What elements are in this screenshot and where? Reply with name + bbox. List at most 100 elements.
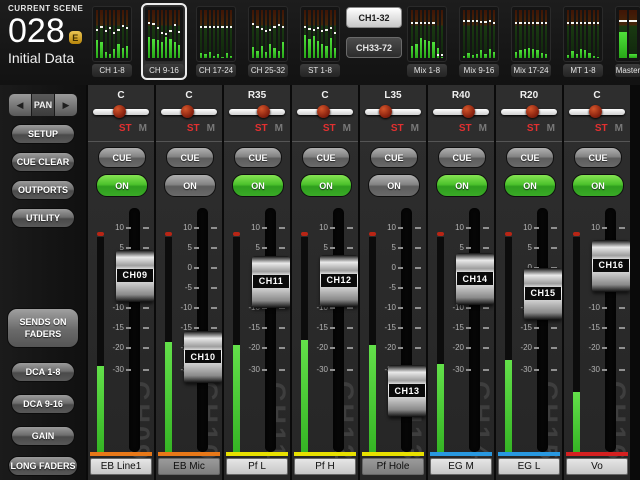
cue-button[interactable]: CUE (98, 147, 146, 168)
channel-name-tag[interactable]: Pf L (226, 458, 288, 475)
cue-button[interactable]: CUE (234, 147, 282, 168)
fader-scale-tick (534, 347, 539, 349)
mini-meter-bar (567, 10, 569, 58)
gain-button[interactable]: GAIN (11, 426, 75, 446)
pan-slider[interactable] (569, 109, 625, 115)
fader-cap[interactable]: CH13 (388, 365, 426, 417)
setup-button[interactable]: SETUP (11, 124, 75, 144)
pan-right-arrow-button[interactable]: ▶ (55, 94, 77, 116)
fader-scale-tick (415, 227, 421, 229)
dca-1-8-button[interactable]: DCA 1-8 (11, 362, 75, 382)
outports-button[interactable]: OUTPORTS (11, 180, 75, 200)
current-scene-panel[interactable]: CURRENT SCENE 028 E Initial Data (8, 4, 90, 66)
fader-position-mark (96, 29, 98, 31)
bank-overview-mt-1-8[interactable]: MT 1-8 (560, 3, 606, 80)
fader-cap[interactable]: CH15 (524, 268, 562, 320)
utility-button[interactable]: UTILITY (11, 208, 75, 228)
fader-position-mark (304, 26, 306, 28)
level-meter (573, 237, 580, 452)
cue-clear-button[interactable]: CUE CLEAR (11, 152, 75, 172)
pan-slider[interactable] (433, 109, 489, 115)
sends-on-faders-button[interactable]: SENDS ON FADERS (7, 308, 79, 348)
mini-meter-bar (169, 10, 171, 58)
channel-name-tag[interactable]: Pf Hole (362, 458, 424, 475)
cue-button[interactable]: CUE (574, 147, 622, 168)
bank-overview-master[interactable]: Master (612, 3, 640, 80)
fader-track[interactable] (537, 208, 548, 452)
fader-track[interactable] (129, 208, 140, 452)
bank-button-ch1-32[interactable]: CH1-32 (346, 7, 402, 28)
cue-button[interactable]: CUE (302, 147, 350, 168)
pan-knob[interactable] (526, 105, 539, 118)
stereo-indicator: ST (255, 123, 268, 134)
cue-button[interactable]: CUE (438, 147, 486, 168)
on-button[interactable]: ON (504, 174, 556, 197)
mini-meter-bar (541, 10, 543, 58)
pan-slider[interactable] (365, 109, 421, 115)
bank-overview-st-1-8[interactable]: ST 1-8 (297, 3, 343, 80)
bank-overview-mix-17-24[interactable]: Mix 17-24 (508, 3, 554, 80)
fader-track[interactable] (197, 208, 208, 452)
fader-scale-tick (194, 227, 199, 229)
on-button[interactable]: ON (232, 174, 284, 197)
bank-button-ch33-72[interactable]: CH33-72 (346, 37, 402, 58)
fader-position-mark (308, 28, 310, 30)
fader-cap[interactable]: CH11 (252, 256, 290, 308)
on-button[interactable]: ON (368, 174, 420, 197)
bank-overview-label: MT 1-8 (563, 64, 603, 77)
bank-overview-ch-9-16[interactable]: CH 9-16 (141, 3, 187, 80)
cue-button[interactable]: CUE (506, 147, 554, 168)
cue-button[interactable]: CUE (370, 147, 418, 168)
fader-scale-label: 10 (243, 223, 260, 232)
mini-meter-bar (532, 10, 534, 58)
pan-slider[interactable] (501, 109, 557, 115)
bank-overview-label: CH 25-32 (248, 64, 288, 77)
fader-cap[interactable]: CH10 (184, 331, 222, 383)
on-button[interactable]: ON (96, 174, 148, 197)
on-button[interactable]: ON (572, 174, 624, 197)
bank-overview-ch-17-24[interactable]: CH 17-24 (193, 3, 239, 80)
channel-name-tag[interactable]: EB Mic (158, 458, 220, 475)
pan-knob[interactable] (113, 105, 126, 118)
bank-overview-ch-25-32[interactable]: CH 25-32 (245, 3, 291, 80)
on-button[interactable]: ON (300, 174, 352, 197)
bank-overview-mix-1-8[interactable]: Mix 1-8 (404, 3, 450, 80)
long-faders-button[interactable]: LONG FADERS (8, 456, 78, 476)
on-button[interactable]: ON (436, 174, 488, 197)
pan-knob[interactable] (379, 105, 392, 118)
pan-knob[interactable] (317, 105, 330, 118)
channel-name-tag[interactable]: EG M (430, 458, 492, 475)
fader-scale-tick (619, 227, 625, 229)
channel-name-tag[interactable]: EB Line1 (90, 458, 152, 475)
channel-name-tag[interactable]: EG L (498, 458, 560, 475)
dca-9-16-button[interactable]: DCA 9-16 (11, 394, 75, 414)
pan-knob[interactable] (257, 105, 270, 118)
fader-cap[interactable]: CH12 (320, 255, 358, 307)
level-meter (97, 237, 104, 452)
pan-knob[interactable] (589, 105, 602, 118)
pan-knob[interactable] (462, 105, 475, 118)
channel-name-tag[interactable]: Pf H (294, 458, 356, 475)
bank-overview-mix-9-16[interactable]: Mix 9-16 (456, 3, 502, 80)
fader-track[interactable] (469, 208, 480, 452)
fader-position-mark (463, 20, 465, 22)
fader-position-mark (317, 27, 319, 29)
pan-slider[interactable] (229, 109, 285, 115)
on-button[interactable]: ON (164, 174, 216, 197)
fader-track[interactable] (333, 208, 344, 452)
pan-slider[interactable] (297, 109, 353, 115)
fader-cap[interactable]: CH16 (592, 240, 630, 292)
cue-button[interactable]: CUE (166, 147, 214, 168)
fader-cap[interactable]: CH14 (456, 253, 494, 305)
pan-knob[interactable] (181, 105, 194, 118)
bank-overview-ch-1-8[interactable]: CH 1-8 (89, 3, 135, 80)
fader-scale-tick (211, 227, 217, 229)
fader-position-mark (282, 26, 284, 28)
channel-name-tag[interactable]: Vo (566, 458, 628, 475)
pan-left-arrow-button[interactable]: ◀ (9, 94, 31, 116)
pan-slider[interactable] (161, 109, 217, 115)
fader-track[interactable] (265, 208, 276, 452)
pan-slider[interactable] (93, 109, 149, 115)
fader-cap[interactable]: CH09 (116, 250, 154, 302)
stereo-indicator: ST (459, 123, 472, 134)
